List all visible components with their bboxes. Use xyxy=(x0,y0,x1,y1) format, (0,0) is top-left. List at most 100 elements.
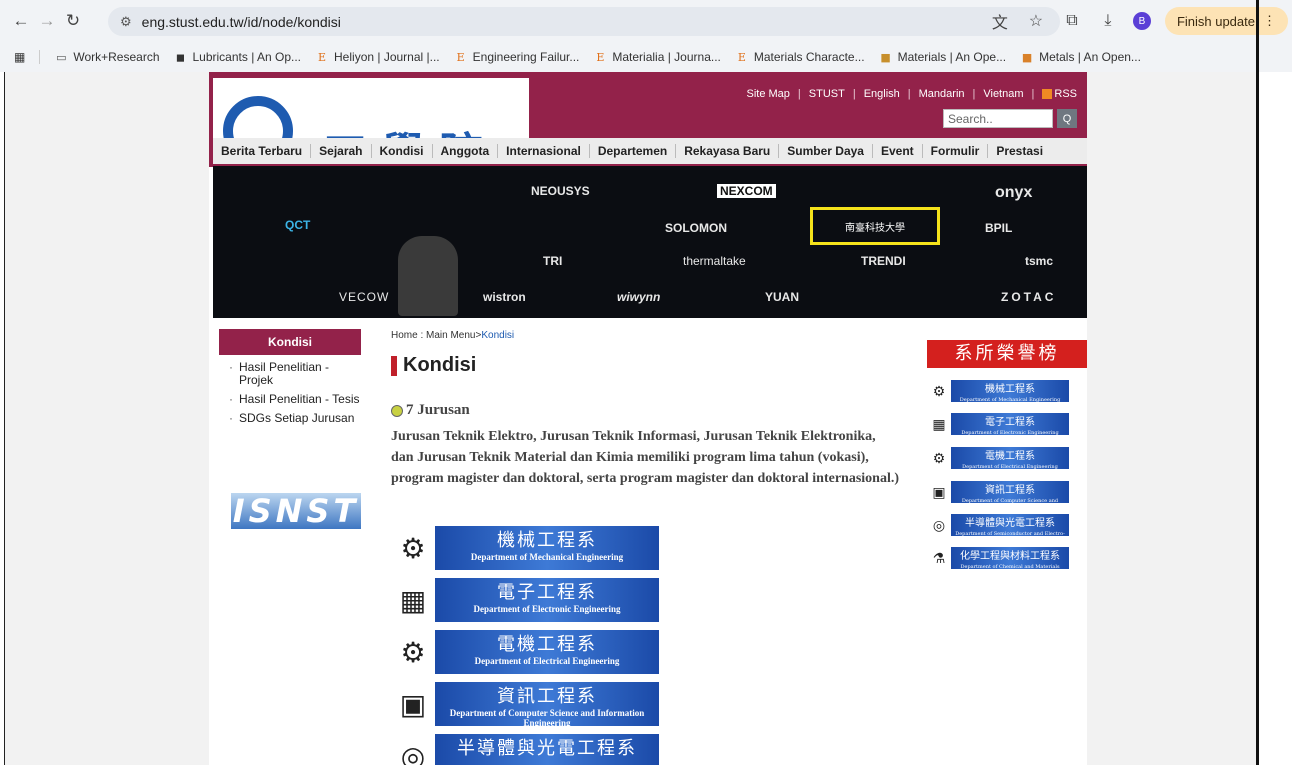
computer-icon: ▣ xyxy=(932,483,946,500)
bookmark-item[interactable]: E Heliyon | Journal |... xyxy=(315,50,440,64)
banner-logo: YUAN xyxy=(765,290,800,304)
bookmark-item[interactable]: ■ Metals | An Open... xyxy=(1020,50,1141,64)
banner-logo: tsmc xyxy=(1025,254,1054,268)
sidebar-item-tesis[interactable]: Hasil Penelitian - Tesis xyxy=(229,393,361,407)
link-site-map[interactable]: Site Map xyxy=(747,88,790,100)
kebab-menu-icon[interactable]: ⋮ xyxy=(1263,13,1276,29)
subheading: 7 Jurusan xyxy=(391,402,470,419)
bookmark-label: Materials Characte... xyxy=(753,50,865,64)
menu-prestasi[interactable]: Prestasi xyxy=(988,144,1051,158)
menu-sumber-daya[interactable]: Sumber Daya xyxy=(779,144,873,158)
menu-sejarah[interactable]: Sejarah xyxy=(311,144,372,158)
forward-icon[interactable]: → xyxy=(34,8,60,34)
translate-icon[interactable]: 文 xyxy=(989,9,1011,33)
breadcrumb-current[interactable]: Kondisi xyxy=(481,330,514,341)
menu-anggota[interactable]: Anggota xyxy=(433,144,499,158)
bookmark-item[interactable]: E Materialia | Journa... xyxy=(593,50,721,64)
department-card: 資訊工程系 Department of Computer Science and … xyxy=(435,682,659,728)
bookmark-item[interactable]: E Engineering Failur... xyxy=(454,50,580,64)
menu-formulir[interactable]: Formulir xyxy=(923,144,989,158)
isnst-logo[interactable]: ISNST xyxy=(231,492,361,530)
computer-icon: ▣ xyxy=(399,688,427,720)
breadcrumb: Home : Main Menu>Kondisi xyxy=(391,330,514,341)
link-mandarin[interactable]: Mandarin xyxy=(919,88,965,100)
department-banner[interactable]: ▣ 資訊工程系 Department of Computer Science an… xyxy=(391,681,663,728)
menu-kondisi[interactable]: Kondisi xyxy=(372,144,433,158)
download-icon[interactable]: ⤓ xyxy=(1097,12,1119,30)
extensions-icon[interactable]: ⧉ xyxy=(1061,12,1083,30)
banner-logo: QCT xyxy=(285,218,311,232)
department-banner[interactable]: ⚙ 機械工程系 Department of Mechanical Engineer… xyxy=(391,525,663,571)
description: Jurusan Teknik Elektro, Jurusan Teknik I… xyxy=(391,429,900,486)
honor-zh: 半導體與光電工程系 xyxy=(965,518,1055,529)
bookmark-star-icon[interactable]: ☆ xyxy=(1025,11,1047,31)
department-card: 電機工程系 Department of Electrical Engineerin… xyxy=(435,630,659,674)
honor-item[interactable]: ▦ 電子工程系 Department of Electronic Engineeri… xyxy=(927,412,1079,436)
banner-logo: VECOW xyxy=(339,290,390,304)
sidebar-item-projek[interactable]: Hasil Penelitian - Projek xyxy=(229,361,361,387)
department-zh: 半導體與光電工程系 xyxy=(457,738,637,759)
link-vietnam[interactable]: Vietnam xyxy=(983,88,1023,100)
menu-berita-terbaru[interactable]: Berita Terbaru xyxy=(213,144,312,158)
honor-card: 資訊工程系 Department of Computer Science and … xyxy=(951,481,1069,514)
sidebar-item-sdgs[interactable]: SDGs Setiap Jurusan xyxy=(229,412,361,426)
bookmark-folder[interactable]: ▭ Work+Research xyxy=(54,50,159,64)
sidebar-title: Kondisi xyxy=(219,329,361,355)
page-title-text: Kondisi xyxy=(403,354,477,376)
banner-logo: wiwynn xyxy=(617,290,661,304)
menu-departemen[interactable]: Departemen xyxy=(590,144,677,158)
site-info-icon[interactable]: ⚙ xyxy=(120,14,132,30)
profile-avatar[interactable]: B xyxy=(1132,12,1151,30)
link-stust[interactable]: STUST xyxy=(809,88,845,100)
department-en: Department of Computer Science and Infor… xyxy=(449,708,645,728)
elsevier-icon: E xyxy=(318,50,327,64)
subheading-text: 7 Jurusan xyxy=(406,402,470,418)
honor-zh: 化學工程與材料工程系 xyxy=(960,551,1060,562)
bookmark-item[interactable]: ◼ Lubricants | An Op... xyxy=(174,50,301,64)
back-icon[interactable]: ← xyxy=(8,8,34,34)
department-banner[interactable]: ⚙ 電機工程系 Department of Electrical Engineer… xyxy=(391,629,663,675)
partner-banner: NEOUSYS NEXCOM onyx QCT SOLOMON 南臺科技大學 B… xyxy=(213,166,1087,318)
honor-item[interactable]: ▣ 資訊工程系 Department of Computer Science and… xyxy=(927,480,1079,514)
apps-icon[interactable]: ▦ xyxy=(14,50,25,64)
breadcrumb-home[interactable]: Home xyxy=(391,330,418,341)
department-zh: 電機工程系 xyxy=(497,634,597,655)
address-bar[interactable]: ⚙ eng.stust.edu.tw/id/node/kondisi xyxy=(108,7,1060,36)
honor-card: 電子工程系 Department of Electronic Engineerin… xyxy=(951,413,1069,436)
honor-zh: 電機工程系 xyxy=(985,451,1035,462)
link-english[interactable]: English xyxy=(864,88,900,100)
chip-icon: ▦ xyxy=(932,415,946,432)
reload-icon[interactable]: ↻ xyxy=(60,8,86,34)
department-zh: 電子工程系 xyxy=(497,582,597,603)
honor-en: Department of Mechanical Engineering xyxy=(959,397,1061,403)
honor-card: 半導體與光電工程系 Department of Semiconductor and… xyxy=(951,514,1069,547)
bookmark-item[interactable]: E Materials Characte... xyxy=(735,50,865,64)
side-panel xyxy=(1259,72,1292,765)
banner-logo: thermaltake xyxy=(683,254,746,268)
menu-rekayasa-baru[interactable]: Rekayasa Baru xyxy=(676,144,780,158)
folder-icon: ▭ xyxy=(56,50,67,64)
department-zh: 資訊工程系 xyxy=(497,686,597,707)
bookmark-label: Metals | An Open... xyxy=(1039,50,1141,64)
bookmark-item[interactable]: ■ Materials | An Ope... xyxy=(879,50,1006,64)
banner-logo: TRI xyxy=(543,254,563,268)
search-input[interactable]: Search.. xyxy=(943,109,1053,128)
honor-item[interactable]: ⚙ 機械工程系 Department of Mechanical Engineeri… xyxy=(927,379,1079,403)
title-marker xyxy=(391,355,397,376)
honor-zh: 機械工程系 xyxy=(985,384,1035,395)
finish-update-button[interactable]: Finish update ⋮ xyxy=(1164,7,1288,35)
menu-event[interactable]: Event xyxy=(873,144,923,158)
bookmarks-bar: ▦ ▭ Work+Research ◼ Lubricants | An Op... … xyxy=(0,44,1292,70)
department-card: 機械工程系 Department of Mechanical Engineerin… xyxy=(435,526,659,570)
search-button[interactable]: Q xyxy=(1057,109,1077,128)
honor-en: Department of Electronic Engineering xyxy=(961,430,1059,436)
honor-item[interactable]: ⚙ 電機工程系 Department of Electrical Engineeri… xyxy=(927,446,1079,470)
department-banner[interactable]: ◎ 半導體與光電工程系 xyxy=(391,733,663,765)
banner-person xyxy=(398,236,458,316)
department-banner[interactable]: ▦ 電子工程系 Department of Electronic Engineer… xyxy=(391,577,663,623)
honor-item[interactable]: ⚗ 化學工程與材料工程系 Department of Chemical and Ma… xyxy=(927,546,1079,580)
mdpi-icon: ■ xyxy=(880,50,891,64)
menu-internasional[interactable]: Internasional xyxy=(498,144,590,158)
link-rss[interactable]: RSS xyxy=(1042,88,1077,100)
honor-item[interactable]: ◎ 半導體與光電工程系 Department of Semiconductor an… xyxy=(927,513,1079,547)
